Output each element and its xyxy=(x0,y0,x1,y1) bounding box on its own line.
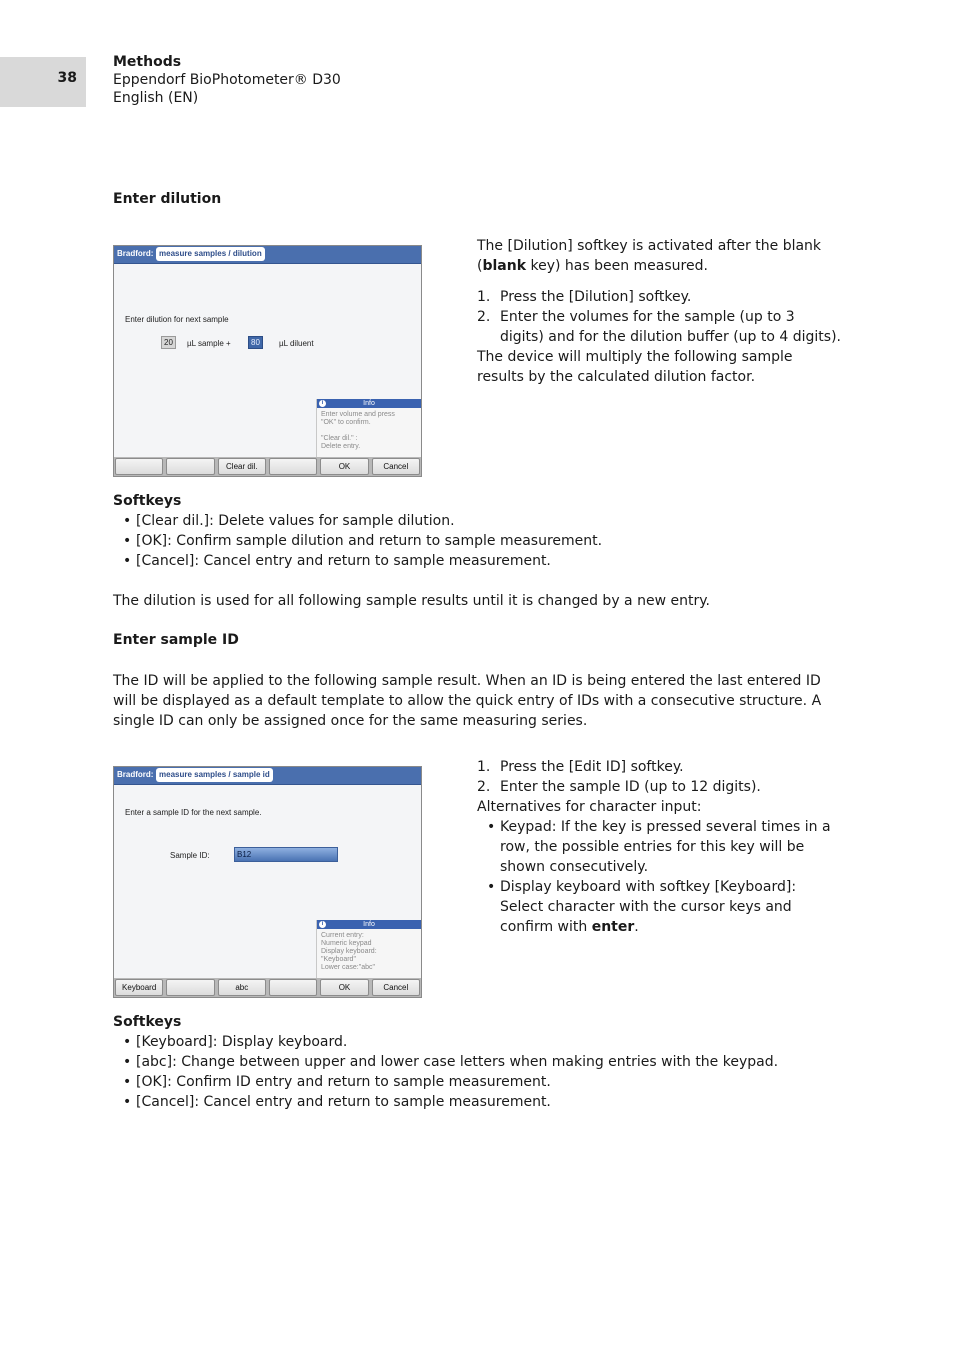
info-line: Lower case:"abc" xyxy=(321,964,375,971)
screen-titlebar: Bradford: measure samples / sample id xyxy=(114,767,421,785)
alternative-text: . xyxy=(634,919,639,935)
app-name: Bradford: xyxy=(117,249,154,258)
dilution-description: The [Dilution] softkey is activated afte… xyxy=(477,236,842,387)
screen-breadcrumb: measure samples / sample id xyxy=(156,768,273,782)
step-text: Enter the sample ID (up to 12 digits). xyxy=(500,779,761,795)
alternatives-label: Alternatives for character input: xyxy=(477,799,702,815)
sample-id-screen: Bradford: measure samples / sample id En… xyxy=(113,766,422,998)
sample-id-label: Sample ID: xyxy=(170,851,210,860)
softkey-1[interactable] xyxy=(115,458,164,475)
sample-id-instructions: 1. Press the [Edit ID] softkey. 2. Enter t… xyxy=(477,757,842,937)
sample-id-prompt: Enter a sample ID for the next sample. xyxy=(125,808,262,817)
alternative-text: Display keyboard with softkey [Keyboard]… xyxy=(500,879,797,935)
softkeys-heading: Softkeys xyxy=(113,493,182,509)
sample-id-field[interactable]: B12 xyxy=(234,847,338,862)
info-line: Numeric keypad xyxy=(321,940,372,947)
softkey-4[interactable] xyxy=(268,458,318,475)
step-item: 1. Press the [Edit ID] softkey. xyxy=(477,759,684,775)
step-item: 1. Press the [Dilution] softkey. xyxy=(477,289,692,305)
screen-titlebar: Bradford: measure samples / dilution xyxy=(114,246,421,264)
info-panel: i Info Current entry: Numeric keypad Dis… xyxy=(316,920,421,978)
dilution-steps: 1. Press the [Dilution] softkey. 2. Enter … xyxy=(477,287,842,347)
softkey-bar: Clear dil. OK Cancel xyxy=(114,457,421,476)
softkey-2[interactable] xyxy=(166,458,215,475)
info-header: i Info xyxy=(317,920,421,929)
info-title: Info xyxy=(363,921,375,928)
sample-id-softkeys-section: Softkeys [Keyboard]: Display keyboard. [… xyxy=(113,1012,853,1112)
alternatives-list: Keypad: If the key is pressed several ti… xyxy=(477,817,842,937)
info-line: Display keyboard: xyxy=(321,948,377,955)
softkey-description: [OK]: Confirm sample dilution and return… xyxy=(113,531,853,551)
info-line: "OK" to confirm. xyxy=(321,419,371,426)
softkey-description: [OK]: Confirm ID entry and return to sam… xyxy=(113,1072,853,1092)
dilution-heading: Enter dilution xyxy=(113,191,222,207)
product-name: Eppendorf BioPhotometer® D30 xyxy=(113,72,341,88)
sample-id-steps: 1. Press the [Edit ID] softkey. 2. Enter t… xyxy=(477,757,842,797)
dilution-softkeys-section: Softkeys [Clear dil.]: Delete values for… xyxy=(113,491,853,611)
softkeys-heading: Softkeys xyxy=(113,1014,182,1030)
running-header: Methods Eppendorf BioPhotometer® D30 Eng… xyxy=(113,53,341,107)
dilution-note: The dilution is used for all following s… xyxy=(113,593,710,609)
dilution-result-text: The device will multiply the following s… xyxy=(477,349,793,385)
ok-softkey[interactable]: OK xyxy=(320,979,369,996)
info-line: "Clear dil." : xyxy=(321,435,358,442)
softkey-2[interactable] xyxy=(166,979,215,996)
dilution-intro: The [Dilution] softkey is activated afte… xyxy=(477,236,842,276)
page-number-box: 38 xyxy=(0,57,86,107)
page-number: 38 xyxy=(57,70,77,86)
softkey-description: [Keyboard]: Display keyboard. xyxy=(113,1032,853,1052)
info-icon: i xyxy=(319,921,326,928)
info-line: Current entry: xyxy=(321,932,364,939)
info-line: "Keyboard" xyxy=(321,956,356,963)
info-line: Enter volume and press xyxy=(321,411,395,418)
softkey-description: [Cancel]: Cancel entry and return to sam… xyxy=(113,551,853,571)
info-line: Delete entry. xyxy=(321,443,361,450)
info-text: Enter volume and press "OK" to confirm. … xyxy=(317,408,421,454)
intro-text: key) has been measured. xyxy=(526,258,708,274)
info-text: Current entry: Numeric keypad Display ke… xyxy=(317,929,421,975)
sample-volume-field[interactable]: 20 xyxy=(161,336,176,349)
keyboard-softkey[interactable]: Keyboard xyxy=(115,979,164,996)
alternative-item: Display keyboard with softkey [Keyboard]… xyxy=(477,877,842,937)
softkey-description: [Clear dil.]: Delete values for sample d… xyxy=(113,511,853,531)
info-icon: i xyxy=(319,400,326,407)
step-text: Enter the volumes for the sample (up to … xyxy=(500,309,841,345)
section-title: Methods xyxy=(113,54,182,70)
softkeys-list: [Clear dil.]: Delete values for sample d… xyxy=(113,511,853,571)
language-label: English (EN) xyxy=(113,90,199,106)
dilution-prompt: Enter dilution for next sample xyxy=(125,315,229,324)
blank-key-label: blank xyxy=(482,258,527,274)
step-text: Press the [Edit ID] softkey. xyxy=(500,759,684,775)
dilution-screen: Bradford: measure samples / dilution Ent… xyxy=(113,245,422,477)
screen-breadcrumb: measure samples / dilution xyxy=(156,247,265,261)
sample-id-heading: Enter sample ID xyxy=(113,632,239,648)
abc-softkey[interactable]: abc xyxy=(217,979,266,996)
ok-softkey[interactable]: OK xyxy=(320,458,369,475)
enter-key-label: enter xyxy=(591,919,635,935)
diluent-volume-label: µL diluent xyxy=(279,339,314,348)
clear-dil-softkey[interactable]: Clear dil. xyxy=(217,458,266,475)
info-header: i Info xyxy=(317,399,421,408)
sample-volume-label: µL sample + xyxy=(187,339,231,348)
softkey-description: [abc]: Change between upper and lower ca… xyxy=(113,1052,853,1072)
softkey-bar: Keyboard abc OK Cancel xyxy=(114,978,421,997)
alternative-item: Keypad: If the key is pressed several ti… xyxy=(477,817,842,877)
diluent-volume-field[interactable]: 80 xyxy=(248,336,263,349)
step-text: Press the [Dilution] softkey. xyxy=(500,289,692,305)
softkey-4[interactable] xyxy=(268,979,318,996)
sample-id-intro: The ID will be applied to the following … xyxy=(113,673,822,729)
cancel-softkey[interactable]: Cancel xyxy=(371,458,420,475)
cancel-softkey[interactable]: Cancel xyxy=(371,979,420,996)
app-name: Bradford: xyxy=(117,770,154,779)
step-item: 2. Enter the sample ID (up to 12 digits). xyxy=(477,779,761,795)
step-item: 2. Enter the volumes for the sample (up t… xyxy=(477,309,841,345)
info-panel: i Info Enter volume and press "OK" to co… xyxy=(316,399,421,457)
softkey-description: [Cancel]: Cancel entry and return to sam… xyxy=(113,1092,853,1112)
softkeys-list: [Keyboard]: Display keyboard. [abc]: Cha… xyxy=(113,1032,853,1112)
info-title: Info xyxy=(363,400,375,407)
